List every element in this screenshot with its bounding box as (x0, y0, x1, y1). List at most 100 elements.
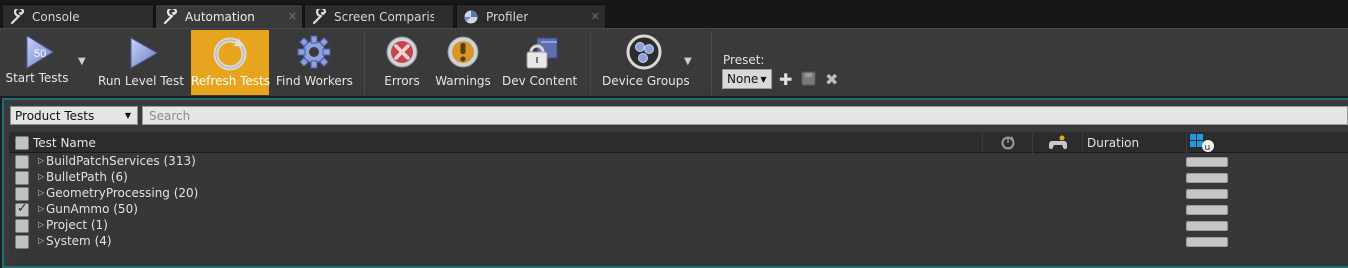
svg-text:u: u (1205, 143, 1211, 153)
wrench-icon (312, 8, 327, 24)
row-checkbox[interactable] (15, 171, 29, 185)
preset-label: Preset: (723, 53, 765, 67)
expand-arrow-icon[interactable]: ▷ (38, 156, 44, 165)
history-icon (1001, 135, 1014, 149)
duration-column-header[interactable]: Duration (1083, 132, 1187, 153)
preset-dropdown[interactable]: None ▼ (722, 69, 772, 89)
tab-console[interactable]: Console (2, 4, 154, 28)
play-icon: 50 (15, 32, 59, 76)
test-row-label: System (4) (46, 234, 112, 248)
test-filter-dropdown[interactable]: Product Tests ▼ (10, 106, 138, 125)
profiler-icon (464, 10, 478, 23)
devices-column-header[interactable] (1033, 132, 1083, 153)
platform-status-bar (1186, 189, 1228, 199)
platform-column-header[interactable]: u (1187, 132, 1348, 153)
warnings-label: Warnings (435, 74, 491, 88)
wrench-icon (10, 8, 25, 24)
find-workers-label: Find Workers (276, 74, 353, 88)
expand-arrow-icon[interactable]: ▷ (38, 236, 44, 245)
select-all-checkbox[interactable] (15, 135, 29, 150)
chevron-down-icon[interactable]: ▼ (684, 56, 692, 67)
test-count: 50 (34, 48, 47, 60)
preset-value: None (727, 72, 759, 86)
expand-arrow-icon[interactable]: ▷ (38, 204, 44, 213)
status-column-header[interactable] (983, 132, 1033, 153)
tab-label: Console (32, 9, 80, 24)
test-row[interactable]: ▷ GunAmmo (50) (9, 201, 1348, 218)
gear-icon (292, 32, 336, 76)
add-icon[interactable]: ✚ (779, 70, 792, 89)
wrench-icon (163, 8, 178, 24)
tab-automation[interactable]: Automation ✕ (155, 4, 303, 28)
duration-header-label: Duration (1087, 135, 1140, 150)
close-icon[interactable]: ✕ (288, 10, 297, 23)
test-row[interactable]: ▷ System (4) (9, 234, 1348, 250)
platform-status-bar (1186, 157, 1228, 167)
errors-label: Errors (384, 74, 420, 88)
test-row[interactable]: ▷ GeometryProcessing (20) (9, 186, 1348, 202)
row-checkbox[interactable] (15, 187, 29, 201)
expand-arrow-icon[interactable]: ▷ (38, 172, 44, 181)
start-tests-label: Start Tests (5, 71, 69, 85)
test-tree: Test Name Duration u ▷ BuildPatchService… (9, 132, 1348, 266)
expand-arrow-icon[interactable]: ▷ (38, 188, 44, 197)
platform-status-bar (1186, 205, 1228, 215)
test-row-label: GunAmmo (50) (46, 202, 138, 216)
run-level-test-button[interactable]: Run Level Test (98, 30, 184, 95)
refresh-icon (208, 32, 252, 76)
refresh-tests-button[interactable]: Refresh Tests (191, 30, 271, 95)
test-row-label: BulletPath (6) (46, 170, 128, 184)
run-level-test-label: Run Level Test (98, 74, 184, 88)
tab-profiler[interactable]: Profiler ✕ (456, 4, 606, 28)
row-checkbox[interactable] (15, 219, 29, 233)
test-row-label: Project (1) (46, 218, 108, 232)
platform-status-bar (1186, 173, 1228, 183)
warning-icon (441, 32, 485, 76)
chevron-down-icon[interactable]: ▼ (78, 56, 86, 67)
grid-header: Test Name Duration u (9, 132, 1348, 153)
filter-row: Product Tests ▼ (9, 106, 1348, 126)
chevron-down-icon: ▼ (124, 111, 131, 120)
test-row[interactable]: ▷ Project (1) (9, 218, 1348, 234)
row-checkbox[interactable] (15, 235, 29, 249)
refresh-tests-label: Refresh Tests (191, 74, 271, 88)
test-filter-value: Product Tests (15, 108, 95, 123)
platform-status-bar (1186, 237, 1228, 247)
error-icon (380, 32, 424, 76)
device-groups-icon (622, 32, 666, 76)
lock-folder-icon (517, 32, 561, 76)
toolbar-separator (711, 31, 712, 95)
warnings-button[interactable]: Warnings (434, 30, 492, 95)
test-name-header-label: Test Name (33, 135, 96, 150)
tab-label: Automation (185, 9, 255, 24)
test-row[interactable]: ▷ BuildPatchServices (313) (9, 154, 1348, 170)
find-workers-button[interactable]: Find Workers (276, 30, 353, 95)
toolbar: 50 Start Tests ▼ Run Level Test Refresh … (0, 28, 1348, 96)
expand-arrow-icon[interactable]: ▷ (38, 220, 44, 229)
test-name-column-header[interactable]: Test Name (9, 132, 983, 153)
gamepad-icon (1048, 135, 1067, 149)
close-icon[interactable]: ✕ (591, 10, 600, 23)
tab-label: Screen Compariso (334, 9, 434, 24)
windows-unreal-icon: u (1190, 133, 1214, 153)
platform-status-bar (1186, 221, 1228, 231)
row-checkbox[interactable] (15, 155, 29, 169)
test-row[interactable]: ▷ BulletPath (6) (9, 170, 1348, 186)
remove-icon[interactable]: ✖ (825, 70, 838, 89)
test-row-label: BuildPatchServices (313) (46, 154, 196, 168)
dev-content-button[interactable]: Dev Content (502, 30, 578, 95)
save-icon[interactable] (801, 71, 816, 90)
play-icon (119, 32, 163, 76)
search-input[interactable] (142, 106, 1348, 125)
row-checkbox[interactable] (15, 201, 29, 217)
test-panel: Product Tests ▼ Test Name (2, 98, 1348, 268)
toolbar-separator (364, 31, 365, 95)
device-groups-button[interactable]: Device Groups (602, 30, 690, 95)
dev-content-label: Dev Content (502, 74, 578, 88)
errors-button[interactable]: Errors (378, 30, 426, 95)
tab-bar: Console Automation ✕ Screen Compariso Pr… (0, 0, 1348, 28)
chevron-down-icon: ▼ (760, 74, 767, 84)
start-tests-button[interactable]: 50 Start Tests (2, 30, 72, 95)
toolbar-separator (590, 31, 591, 95)
tab-screen-comparison[interactable]: Screen Compariso (304, 4, 454, 28)
